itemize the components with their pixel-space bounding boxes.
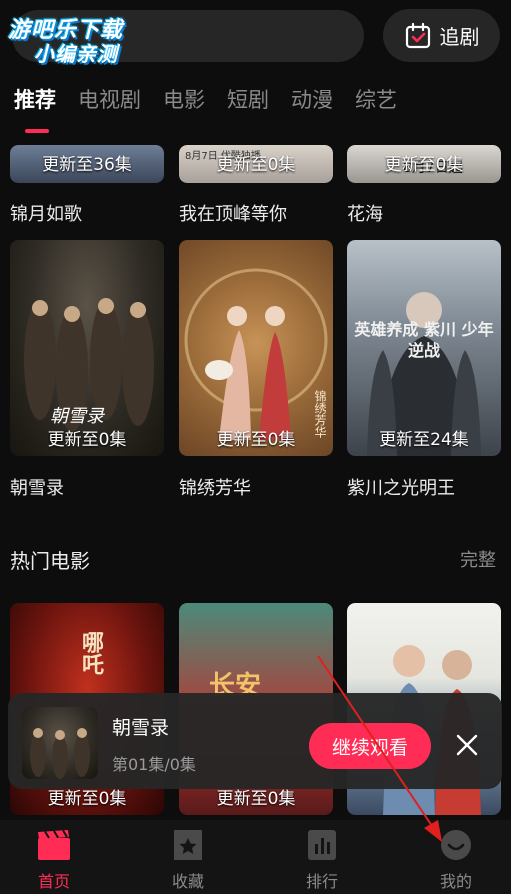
poster-image: 朝雪录 bbox=[10, 240, 164, 456]
nav-favorites-label: 收藏 bbox=[171, 872, 204, 891]
drama-card[interactable]: 朝雪录 更新至0集 bbox=[10, 240, 164, 456]
category-tabs: 推荐 电视剧 电影 短剧 动漫 综艺 bbox=[0, 84, 511, 134]
drama-title[interactable]: 锦绣芳华 bbox=[179, 474, 251, 500]
continue-watching-button[interactable]: 继续观看 bbox=[309, 723, 431, 769]
drama-title[interactable]: 紫川之光明王 bbox=[347, 474, 455, 500]
section-more-link[interactable]: 完整 bbox=[460, 546, 496, 572]
top-bar: 游吧乐下载 小编亲测 追剧 bbox=[0, 0, 511, 72]
drama-card[interactable]: 8月7日起 更新至0集 bbox=[347, 145, 501, 183]
smile-face-icon bbox=[441, 830, 471, 860]
episode-badge: 更新至24集 bbox=[379, 430, 469, 450]
thumbnail-figures bbox=[30, 728, 90, 779]
episode-badge: 更新至0集 bbox=[47, 430, 127, 450]
nav-favorites[interactable]: 收藏 bbox=[148, 828, 228, 892]
nav-ranking[interactable]: 排行 bbox=[282, 828, 362, 892]
drama-title[interactable]: 花海 bbox=[347, 200, 383, 226]
poster-image: 英雄养成 紫川 少年逆战 bbox=[347, 240, 501, 456]
continue-title: 朝雪录 bbox=[112, 717, 170, 739]
clapperboard-icon bbox=[38, 829, 70, 860]
follow-drama-label: 追剧 bbox=[439, 25, 480, 49]
poster-caption: 英雄养成 紫川 少年逆战 bbox=[354, 320, 494, 360]
close-icon[interactable] bbox=[453, 731, 481, 759]
episode-badge: 更新至0集 bbox=[384, 155, 464, 175]
drama-card[interactable]: 8月7日 优酷独播 更新至0集 bbox=[179, 145, 333, 183]
nav-home[interactable]: 首页 bbox=[14, 828, 94, 892]
tab-variety[interactable]: 综艺 bbox=[355, 84, 397, 134]
bar-chart-icon bbox=[308, 830, 336, 860]
active-tab-indicator bbox=[25, 129, 49, 133]
poster-caption: 哪吒 bbox=[78, 631, 103, 675]
episode-badge: 更新至0集 bbox=[216, 155, 296, 175]
continue-thumbnail bbox=[22, 707, 98, 779]
nav-mine-label: 我的 bbox=[439, 872, 472, 891]
calendar-check-icon bbox=[405, 22, 430, 48]
tab-recommend[interactable]: 推荐 bbox=[14, 84, 56, 134]
drama-title[interactable]: 锦月如歌 bbox=[10, 200, 82, 226]
nav-ranking-label: 排行 bbox=[305, 872, 338, 891]
drama-card[interactable]: 英雄养成 紫川 少年逆战 更新至24集 bbox=[347, 240, 501, 456]
drama-card[interactable]: 更新至36集 bbox=[10, 145, 164, 183]
watermark-logo: 游吧乐下载 小编亲测 bbox=[8, 10, 148, 66]
nav-home-label: 首页 bbox=[37, 872, 70, 891]
tab-movies[interactable]: 电影 bbox=[163, 84, 205, 134]
bottom-navigation: 首页 收藏 排行 我的 bbox=[0, 820, 511, 894]
continue-episode-info: 第01集/0集 bbox=[112, 755, 196, 774]
drama-title[interactable]: 我在顶峰等你 bbox=[179, 200, 287, 226]
drama-card[interactable]: 锦绣芳华 更新至0集 bbox=[179, 240, 333, 456]
episode-badge: 更新至0集 bbox=[216, 430, 296, 450]
nav-mine[interactable]: 我的 bbox=[416, 828, 496, 892]
poster-image: 锦绣芳华 bbox=[179, 240, 333, 456]
follow-drama-button[interactable]: 追剧 bbox=[383, 9, 500, 62]
star-box-icon bbox=[174, 830, 202, 860]
continue-watching-bar[interactable]: 朝雪录 第01集/0集 继续观看 bbox=[8, 693, 502, 789]
tab-short-drama[interactable]: 短剧 bbox=[227, 84, 269, 134]
episode-badge: 更新至36集 bbox=[42, 155, 132, 175]
section-title-hot-movies: 热门电影 bbox=[10, 549, 90, 573]
tab-tv-series[interactable]: 电视剧 bbox=[78, 84, 141, 134]
watermark-line2: 小编亲测 bbox=[34, 42, 118, 66]
drama-title[interactable]: 朝雪录 bbox=[10, 474, 64, 500]
tab-anime[interactable]: 动漫 bbox=[291, 84, 333, 134]
